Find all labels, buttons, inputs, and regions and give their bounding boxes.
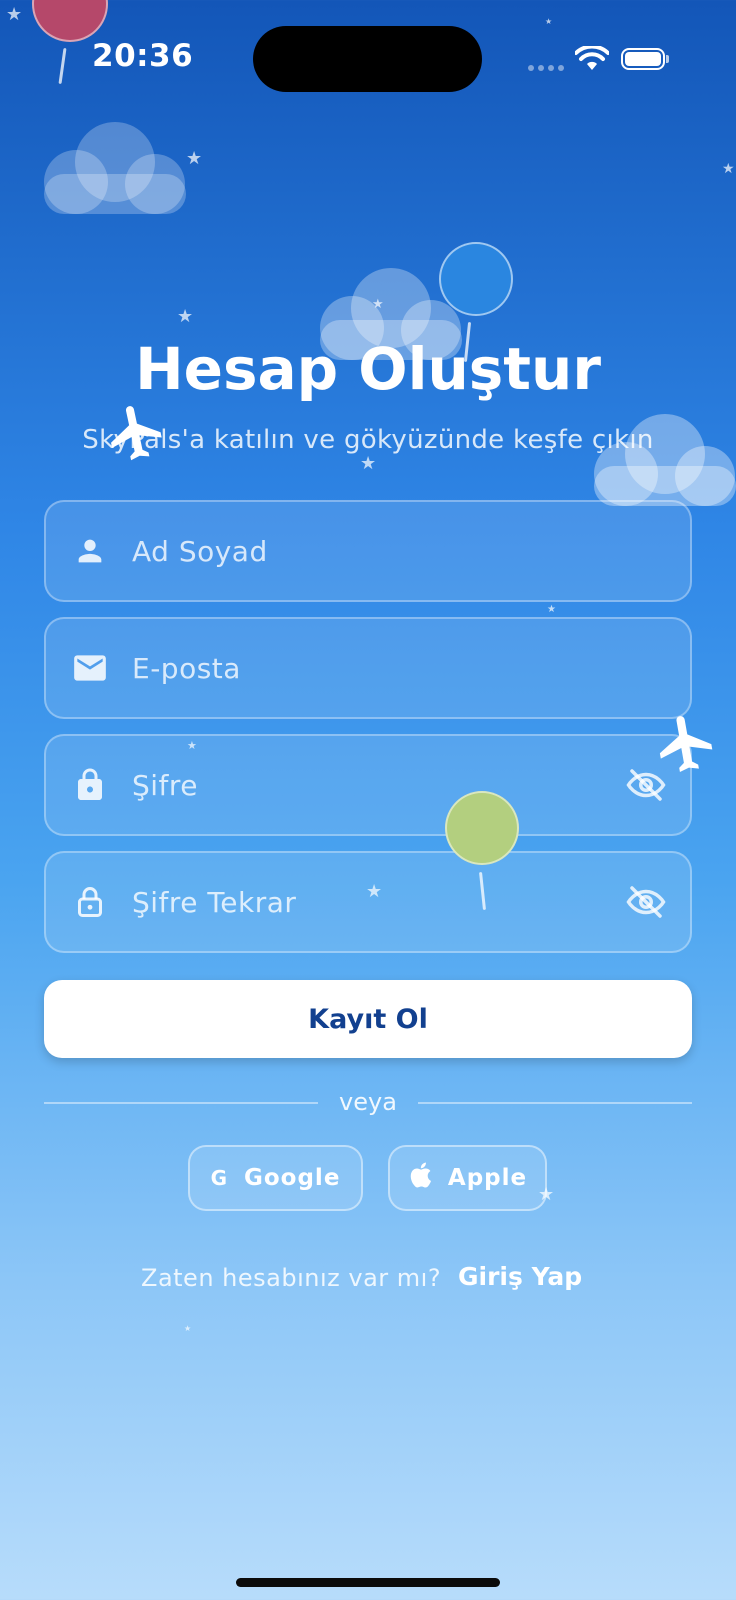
dynamic-island xyxy=(253,26,482,92)
star-decoration: ★ xyxy=(547,604,556,615)
green-balloon-decoration xyxy=(445,791,519,865)
airplane-decoration-icon xyxy=(659,716,713,772)
google-signin-button[interactable]: G Google xyxy=(188,1145,363,1211)
red-balloon-decoration xyxy=(32,0,108,42)
airplane-decoration-icon xyxy=(111,406,162,461)
apple-icon xyxy=(408,1161,432,1195)
star-decoration: ★ xyxy=(187,739,197,752)
star-decoration: ★ xyxy=(722,161,735,177)
star-decoration: ★ xyxy=(360,453,377,474)
battery-icon xyxy=(621,48,669,70)
password-placeholder: Şifre xyxy=(132,768,199,802)
full-name-placeholder: Ad Soyad xyxy=(132,534,268,568)
lock-outline-icon xyxy=(70,882,110,922)
blue-balloon-decoration xyxy=(439,242,513,316)
lock-icon xyxy=(70,765,110,805)
star-decoration: ★ xyxy=(538,1184,555,1205)
star-decoration: ★ xyxy=(545,17,553,26)
cloud-decoration xyxy=(44,122,186,214)
google-icon: G xyxy=(210,1166,228,1190)
star-decoration: ★ xyxy=(177,306,194,327)
star-decoration: ★ xyxy=(6,4,23,25)
wifi-icon xyxy=(575,46,609,70)
email-field[interactable]: E-posta xyxy=(44,617,692,719)
eye-off-icon[interactable] xyxy=(624,880,668,924)
star-decoration: ★ xyxy=(366,881,383,902)
full-name-field[interactable]: Ad Soyad xyxy=(44,500,692,602)
email-placeholder: E-posta xyxy=(132,651,241,685)
register-button[interactable]: Kayıt Ol xyxy=(44,980,692,1058)
password-confirm-field[interactable]: Şifre Tekrar xyxy=(44,851,692,953)
page-title: Hesap Oluştur xyxy=(135,335,601,403)
apple-signin-button[interactable]: Apple xyxy=(388,1145,547,1211)
signal-dots-icon xyxy=(528,65,564,71)
login-link[interactable]: Giriş Yap xyxy=(458,1262,582,1291)
person-icon xyxy=(70,531,110,571)
home-indicator[interactable] xyxy=(236,1578,500,1587)
balloon-string xyxy=(58,47,67,85)
password-field[interactable]: Şifre xyxy=(44,734,692,836)
google-label: Google xyxy=(243,1165,341,1191)
divider-line-right xyxy=(418,1102,692,1104)
cloud-decoration xyxy=(594,414,736,506)
star-decoration: ★ xyxy=(186,148,203,169)
star-decoration: ★ xyxy=(372,297,384,312)
star-decoration: ★ xyxy=(184,1324,192,1333)
have-account-question: Zaten hesabınız var mı? xyxy=(141,1264,442,1292)
apple-label: Apple xyxy=(447,1165,528,1191)
mail-icon xyxy=(70,648,110,688)
status-time: 20:36 xyxy=(92,38,194,74)
